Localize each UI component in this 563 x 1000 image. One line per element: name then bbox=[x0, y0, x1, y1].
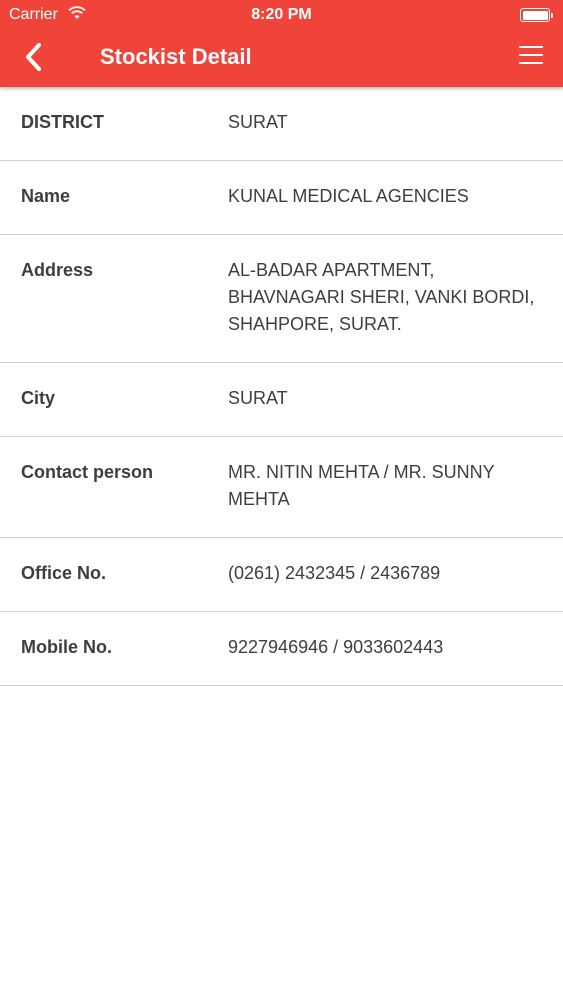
detail-value: KUNAL MEDICAL AGENCIES bbox=[228, 186, 469, 206]
detail-row-mobile-no: Mobile No. 9227946946 / 9033602443 bbox=[0, 612, 563, 686]
back-button[interactable] bbox=[18, 40, 50, 74]
detail-list: DISTRICT SURAT Name KUNAL MEDICAL AGENCI… bbox=[0, 87, 563, 686]
detail-label: Mobile No. bbox=[21, 637, 112, 657]
detail-label: Address bbox=[21, 260, 94, 280]
detail-row-address: Address AL-BADAR APARTMENT, BHAVNAGARI S… bbox=[0, 235, 563, 363]
menu-button[interactable] bbox=[519, 46, 543, 68]
chevron-left-icon bbox=[26, 43, 41, 71]
detail-label: Office No. bbox=[21, 563, 107, 583]
detail-value: MR. NITIN MEHTA / MR. SUNNY MEHTA bbox=[228, 462, 495, 509]
detail-value: AL-BADAR APARTMENT, BHAVNAGARI SHERI, VA… bbox=[228, 260, 535, 334]
detail-value: 9227946946 / 9033602443 bbox=[228, 637, 444, 657]
detail-row-name: Name KUNAL MEDICAL AGENCIES bbox=[0, 161, 563, 235]
detail-label: DISTRICT bbox=[21, 112, 104, 132]
detail-label: City bbox=[21, 388, 56, 408]
hamburger-menu-icon bbox=[519, 46, 543, 64]
battery-icon bbox=[520, 8, 553, 22]
app-header: Carrier 8:20 PM Stockist Detail bbox=[0, 0, 563, 87]
app-screen: Carrier 8:20 PM Stockist Detail DISTRICT… bbox=[0, 0, 563, 1000]
detail-row-city: City SURAT bbox=[0, 363, 563, 437]
detail-label: Name bbox=[21, 186, 71, 206]
detail-row-office-no: Office No. (0261) 2432345 / 2436789 bbox=[0, 538, 563, 612]
detail-label: Contact person bbox=[21, 462, 154, 482]
page-title: Stockist Detail bbox=[100, 44, 252, 69]
detail-row-district: DISTRICT SURAT bbox=[0, 87, 563, 161]
detail-value: (0261) 2432345 / 2436789 bbox=[228, 563, 441, 583]
status-time: 8:20 PM bbox=[251, 6, 312, 23]
detail-value: SURAT bbox=[228, 388, 288, 408]
status-bar: Carrier 8:20 PM bbox=[0, 0, 563, 30]
detail-value: SURAT bbox=[228, 112, 288, 132]
detail-row-contact-person: Contact person MR. NITIN MEHTA / MR. SUN… bbox=[0, 437, 563, 538]
